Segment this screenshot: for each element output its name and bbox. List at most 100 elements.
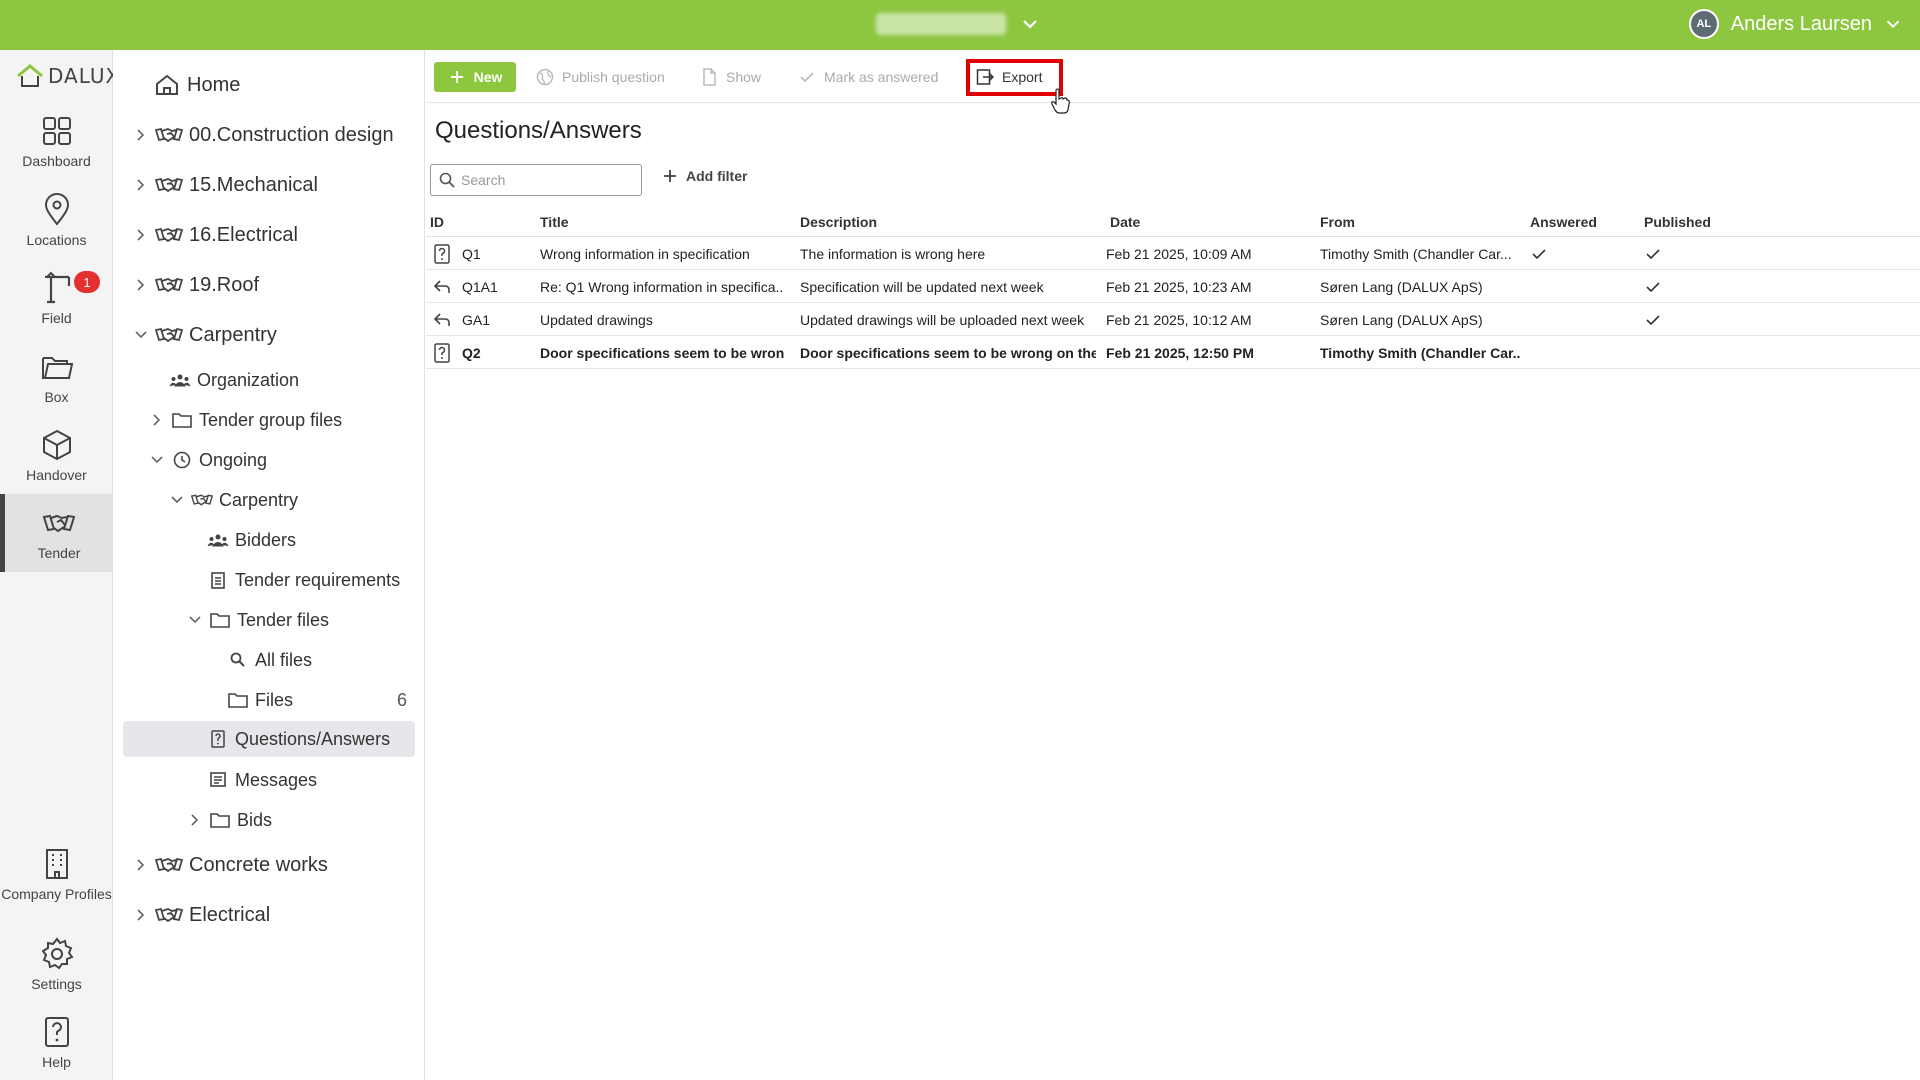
handshake-icon [155,907,183,923]
logo-text: DALUX [48,64,121,88]
search-input[interactable] [461,172,631,188]
top-bar: AL Anders Laursen [0,0,1920,50]
chevron-right-icon [137,179,145,191]
folder-icon [228,693,248,708]
tree-label: Bidders [235,529,297,550]
table-row[interactable]: GA1 Updated drawings Updated drawings wi… [426,303,1920,336]
reply-icon [432,303,454,336]
mark-as-answered-button[interactable]: Mark as answered [798,62,938,92]
row-title: Re: Q1 Wrong information in specifica... [540,278,784,295]
chevron-down-icon [135,331,147,339]
page-title: Questions/Answers [435,117,642,144]
gear-icon [41,936,74,969]
row-id: Q1 [462,245,481,262]
table-row[interactable]: Q2 Door specifications seem to be wrong … [426,336,1920,369]
tree-item-roof[interactable]: 19.Roof [133,267,259,303]
nav-help[interactable]: Help [0,1003,113,1080]
show-button[interactable]: Show [700,62,761,92]
nav-settings[interactable]: Settings [0,925,113,1003]
tree-item-messages[interactable]: Messages [207,762,317,798]
dashboard-grid-icon [42,116,71,145]
column-header-date[interactable]: Date [1110,207,1140,237]
folder-icon [172,413,192,428]
clock-icon [173,451,191,469]
nav-dashboard[interactable]: Dashboard [0,102,113,180]
nav-label: Field [41,309,72,326]
user-menu[interactable]: AL Anders Laursen [1688,9,1902,39]
dalux-logo[interactable]: DALUX [16,64,120,88]
tree-item-tender-requirements[interactable]: Tender requirements [207,562,400,598]
tree-item-carpentry-ongoing[interactable]: Carpentry [169,482,298,518]
toolbar: New Publish question Show Mark as answer… [426,50,1920,114]
location-pin-icon [44,192,69,226]
row-date: Feb 21 2025, 10:12 AM [1106,311,1252,328]
tree-item-electrical[interactable]: Electrical [133,897,270,933]
published-check-icon [1644,237,1724,270]
row-id: Q1A1 [462,278,498,295]
clipboard-icon [211,572,225,589]
column-header-published[interactable]: Published [1644,207,1711,237]
nav-locations[interactable]: Locations [0,181,113,259]
row-date: Feb 21 2025, 12:50 PM [1106,344,1254,361]
table-row[interactable]: Q1A1 Re: Q1 Wrong information in specifi… [426,270,1920,303]
nav-box[interactable]: Box [0,338,113,416]
search-icon [230,652,245,667]
handshake-icon [155,227,183,243]
show-label: Show [726,69,762,85]
folder-open-icon [41,356,73,379]
column-header-answered[interactable]: Answered [1530,207,1597,237]
row-title: Wrong information in specification [540,245,750,262]
row-from: Søren Lang (DALUX ApS) [1320,311,1483,328]
tree-item-all-files[interactable]: All files [227,642,312,678]
people-icon [169,374,191,387]
tree-item-electrical-16[interactable]: 16.Electrical [133,217,298,253]
publish-label: Publish question [562,69,665,85]
column-header-id[interactable]: ID [430,207,444,237]
tree-item-files[interactable]: Files 6 [227,682,417,718]
project-selector[interactable] [876,13,1040,35]
tree-item-ongoing[interactable]: Ongoing [149,442,267,478]
row-description: The information is wrong here [800,245,986,262]
nav-tender[interactable]: Tender [0,494,113,572]
column-header-description[interactable]: Description [800,207,877,237]
tree-label: 00.Construction design [189,123,394,146]
export-highlight-box [966,59,1063,96]
main-navigation-rail: DALUX Dashboard Locations Field 1 Box Ha… [0,50,119,1080]
chevron-down-icon [189,616,201,624]
search-box[interactable] [430,164,642,196]
nav-company-profiles[interactable]: Company Profiles [0,828,113,920]
row-from: Timothy Smith (Chandler Car... [1320,245,1512,262]
tree-item-questions-answers[interactable]: Questions/Answers [123,721,415,757]
nav-field[interactable]: Field 1 [0,259,113,337]
tree-item-tender-group-files[interactable]: Tender group files [149,402,342,438]
tree-item-home[interactable]: Home [153,67,240,103]
tree-item-bids[interactable]: Bids [187,802,272,838]
chevron-right-icon [137,229,145,241]
table-row[interactable]: Q1 Wrong information in specification Th… [426,237,1920,270]
row-from: Søren Lang (DALUX ApS) [1320,278,1483,295]
plus-icon [664,170,676,182]
tree-item-bidders[interactable]: Bidders [207,522,296,558]
column-header-from[interactable]: From [1320,207,1355,237]
tree-item-concrete-works[interactable]: Concrete works [133,847,328,883]
tree-item-carpentry[interactable]: Carpentry [133,317,277,353]
tree-label: 15.Mechanical [189,173,318,196]
publish-question-button[interactable]: Publish question [536,62,665,92]
add-filter-button[interactable]: Add filter [662,168,747,184]
table-header: ID Title Description Date From Answered … [426,207,1920,237]
tree-label: Tender files [237,609,330,630]
handshake-icon [191,494,213,506]
nav-handover[interactable]: Handover [0,416,113,494]
tree-item-tender-files[interactable]: Tender files [187,602,329,638]
new-button[interactable]: New [434,62,516,92]
tree-item-construction-design[interactable]: 00.Construction design [133,117,394,153]
check-icon [800,72,814,83]
chevron-down-icon [1886,20,1900,29]
tree-label: Organization [197,369,300,390]
tree-item-mechanical[interactable]: 15.Mechanical [133,167,318,203]
tree-label: Electrical [189,903,271,926]
column-header-title[interactable]: Title [540,207,569,237]
tree-item-organization[interactable]: Organization [169,362,299,398]
project-name-blurred [876,13,1006,35]
handshake-icon [155,127,183,143]
